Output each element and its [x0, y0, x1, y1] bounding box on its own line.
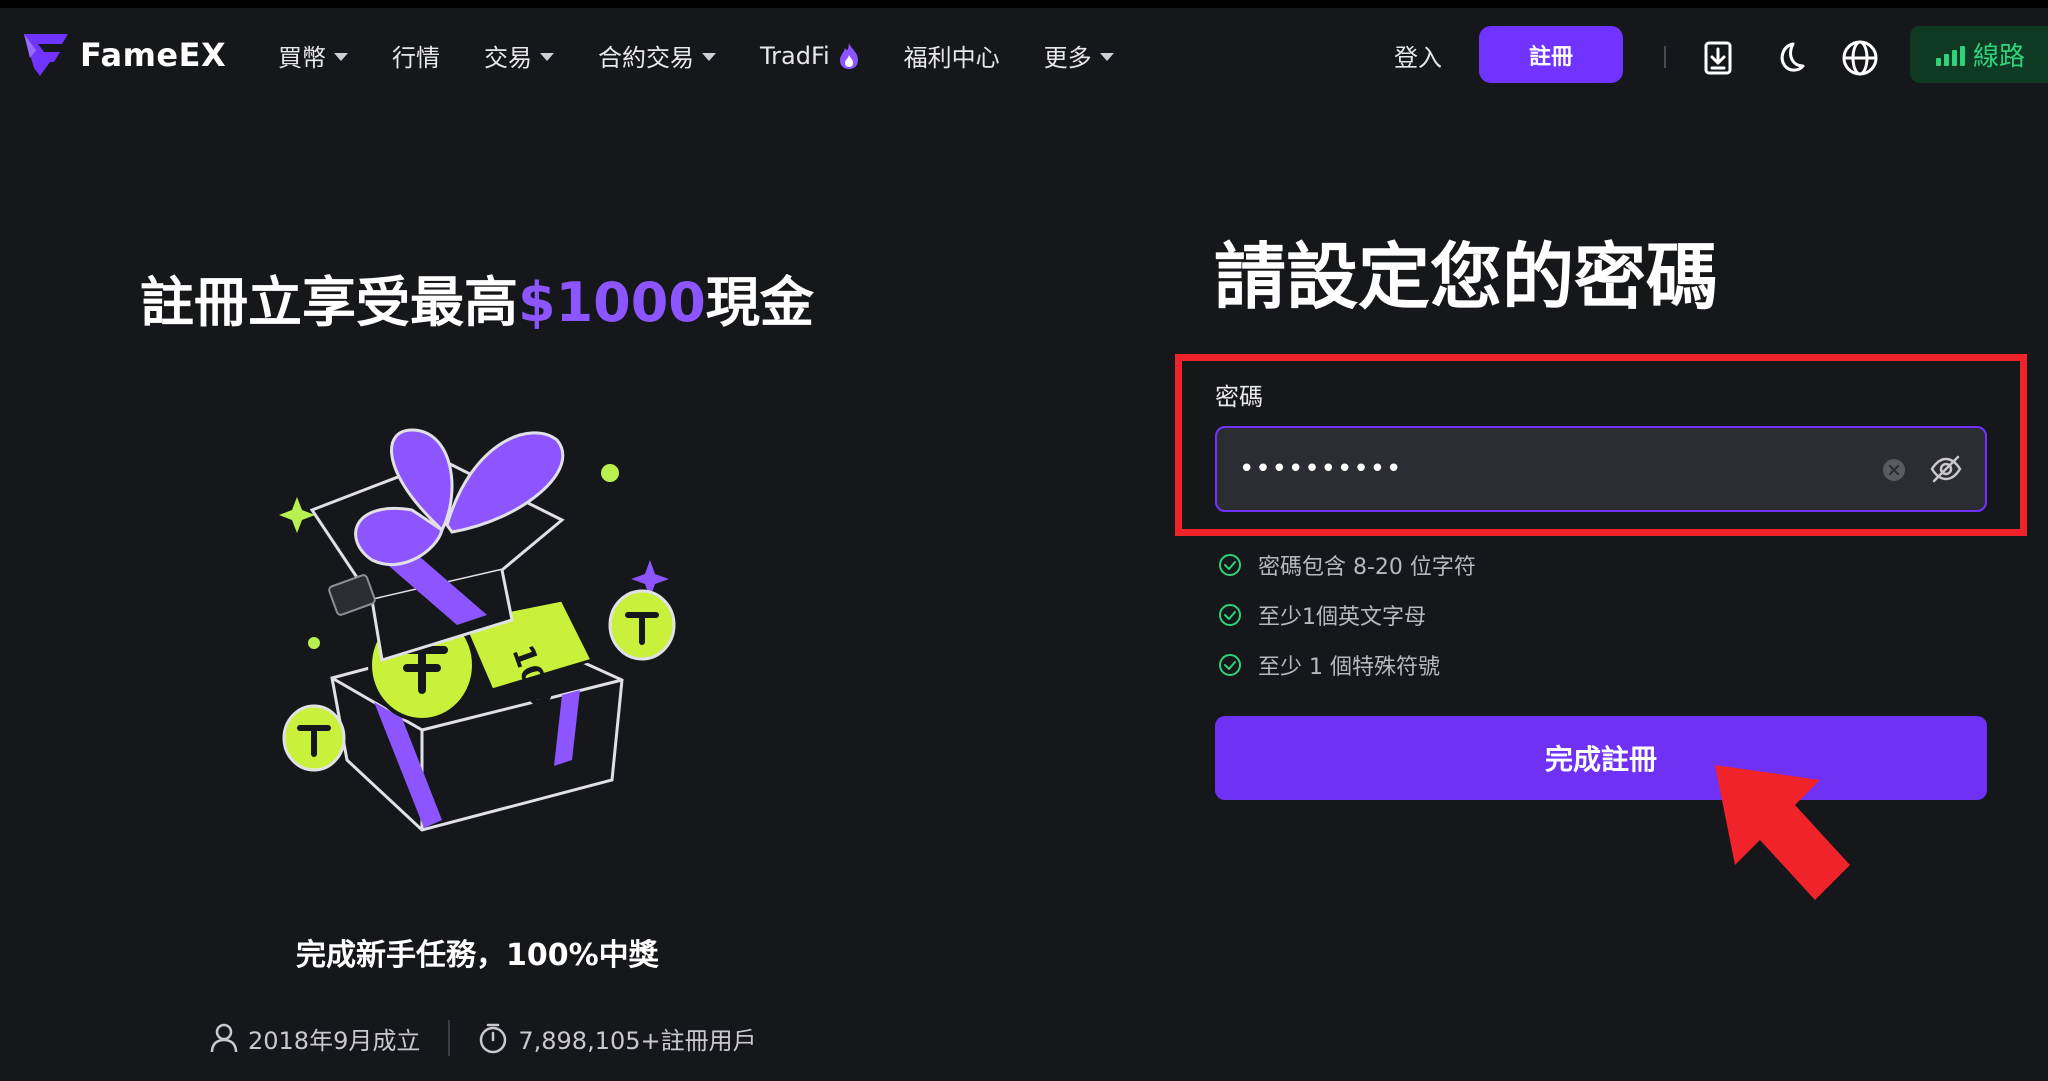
globe-icon[interactable]	[1840, 38, 1880, 78]
stats-row: 2018年9月成立 7,898,105+註冊用戶	[210, 1020, 757, 1056]
password-value: ••••••••••	[1239, 454, 1403, 484]
nav-item-buy-crypto[interactable]: 買幣	[278, 38, 348, 73]
nav-item-rewards[interactable]: 福利中心	[904, 38, 1000, 73]
rule-item: 至少1個英文字母	[1218, 590, 1476, 640]
check-circle-icon	[1219, 604, 1241, 626]
login-link[interactable]: 登入	[1394, 38, 1442, 73]
main-nav: 買幣 行情 交易 合約交易 TradFi 福利中心 更多	[278, 38, 1158, 73]
password-label: 密碼	[1215, 383, 1263, 411]
check-circle-icon	[1219, 654, 1241, 676]
password-rules: 密碼包含 8-20 位字符 至少1個英文字母 至少 1 個特殊符號	[1218, 540, 1476, 690]
signal-icon	[1936, 44, 1965, 66]
top-bar	[0, 0, 2048, 8]
eye-off-icon[interactable]	[1929, 454, 1963, 484]
chevron-down-icon	[334, 52, 348, 61]
form-title: 請設定您的密碼	[1214, 235, 1719, 319]
download-icon[interactable]	[1698, 38, 1738, 78]
timer-icon	[480, 1023, 507, 1054]
stats-divider	[448, 1020, 451, 1056]
clear-icon[interactable]	[1882, 458, 1906, 482]
complete-registration-button[interactable]: 完成註冊	[1215, 716, 1987, 800]
moon-icon[interactable]	[1769, 38, 1809, 78]
chevron-down-icon	[1099, 52, 1114, 61]
fire-icon	[839, 42, 858, 69]
stat-users: 7,898,105+註冊用戶	[478, 1021, 757, 1056]
logo[interactable]: FameEX	[22, 32, 226, 78]
promo-title: 註冊立享受最高$1000現金	[140, 271, 814, 334]
route-button[interactable]: 線路	[1910, 26, 2048, 83]
promo-subtitle: 完成新手任務，100%中獎	[296, 938, 659, 973]
check-circle-icon	[1219, 554, 1241, 576]
rule-item: 至少 1 個特殊符號	[1218, 640, 1476, 690]
nav-item-trade[interactable]: 交易	[484, 38, 554, 73]
nav-item-more[interactable]: 更多	[1044, 38, 1114, 73]
arrow-annotation-icon	[1715, 765, 1850, 900]
chevron-down-icon	[540, 52, 554, 61]
chevron-down-icon	[702, 52, 716, 61]
rule-item: 密碼包含 8-20 位字符	[1218, 540, 1476, 590]
nav-item-tradfi[interactable]: TradFi	[760, 42, 860, 70]
signup-button[interactable]: 註冊	[1479, 26, 1623, 83]
header-divider	[1664, 46, 1666, 68]
promo-amount: $1000	[518, 271, 706, 334]
user-icon	[210, 1023, 238, 1053]
password-input[interactable]: ••••••••••	[1215, 426, 1987, 512]
fameex-logo-icon	[24, 34, 68, 76]
nav-item-markets[interactable]: 行情	[392, 38, 440, 73]
stat-founded: 2018年9月成立	[210, 1021, 420, 1056]
gift-box-illustration: 100	[279, 428, 676, 832]
nav-item-futures[interactable]: 合約交易	[598, 38, 716, 73]
brand-name: FameEX	[80, 36, 227, 74]
header: FameEX 買幣 行情 交易 合約交易 TradFi 福利中心 更多 登入 註…	[0, 8, 2048, 100]
